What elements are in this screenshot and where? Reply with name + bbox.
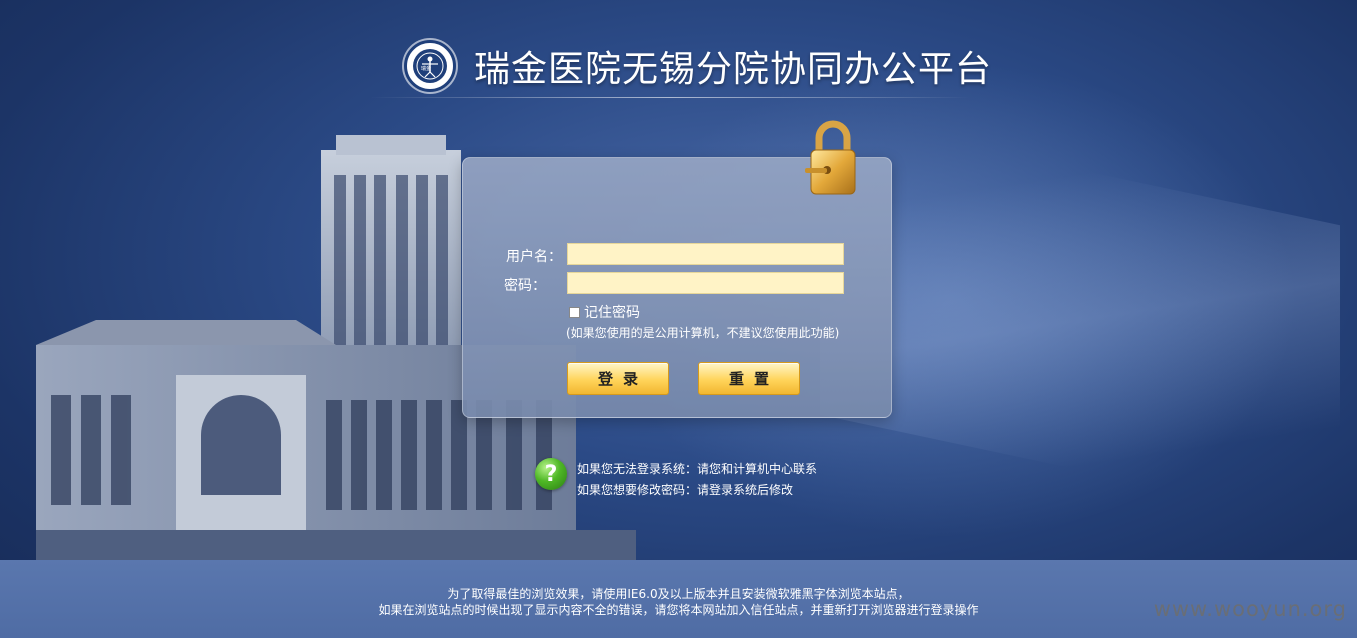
watermark-text: www.wooyun.org	[1153, 597, 1347, 621]
help-line-contact: 如果您无法登录系统：请您和计算机中心联系	[577, 462, 818, 476]
remember-password-checkbox[interactable]	[569, 306, 580, 318]
page-title: 瑞金医院无锡分院协同办公平台	[474, 49, 993, 90]
padlock-icon	[805, 120, 856, 195]
page-header: 瑞金 瑞金医院无锡分院协同办公平台	[404, 36, 992, 96]
logo-text: 瑞金	[421, 65, 431, 72]
username-input[interactable]	[567, 243, 844, 265]
password-label: 密码：	[504, 278, 546, 294]
username-label: 用户名：	[506, 249, 562, 265]
help-line-password: 如果您想要修改密码：请登录系统后修改	[577, 483, 794, 497]
logo-emblem-icon: 瑞金	[413, 49, 447, 83]
remember-password-hint: (如果您使用的是公用计算机，不建议您使用此功能)	[566, 326, 840, 340]
hospital-logo: 瑞金	[404, 40, 456, 92]
login-button[interactable]: 登录	[567, 362, 669, 395]
remember-password-row[interactable]: 记住密码	[569, 302, 640, 322]
password-input[interactable]	[567, 272, 844, 294]
help-question-icon: ?	[535, 458, 567, 490]
reset-button[interactable]: 重置	[698, 362, 800, 395]
header-divider	[370, 97, 970, 98]
remember-password-label: 记住密码	[584, 305, 640, 321]
